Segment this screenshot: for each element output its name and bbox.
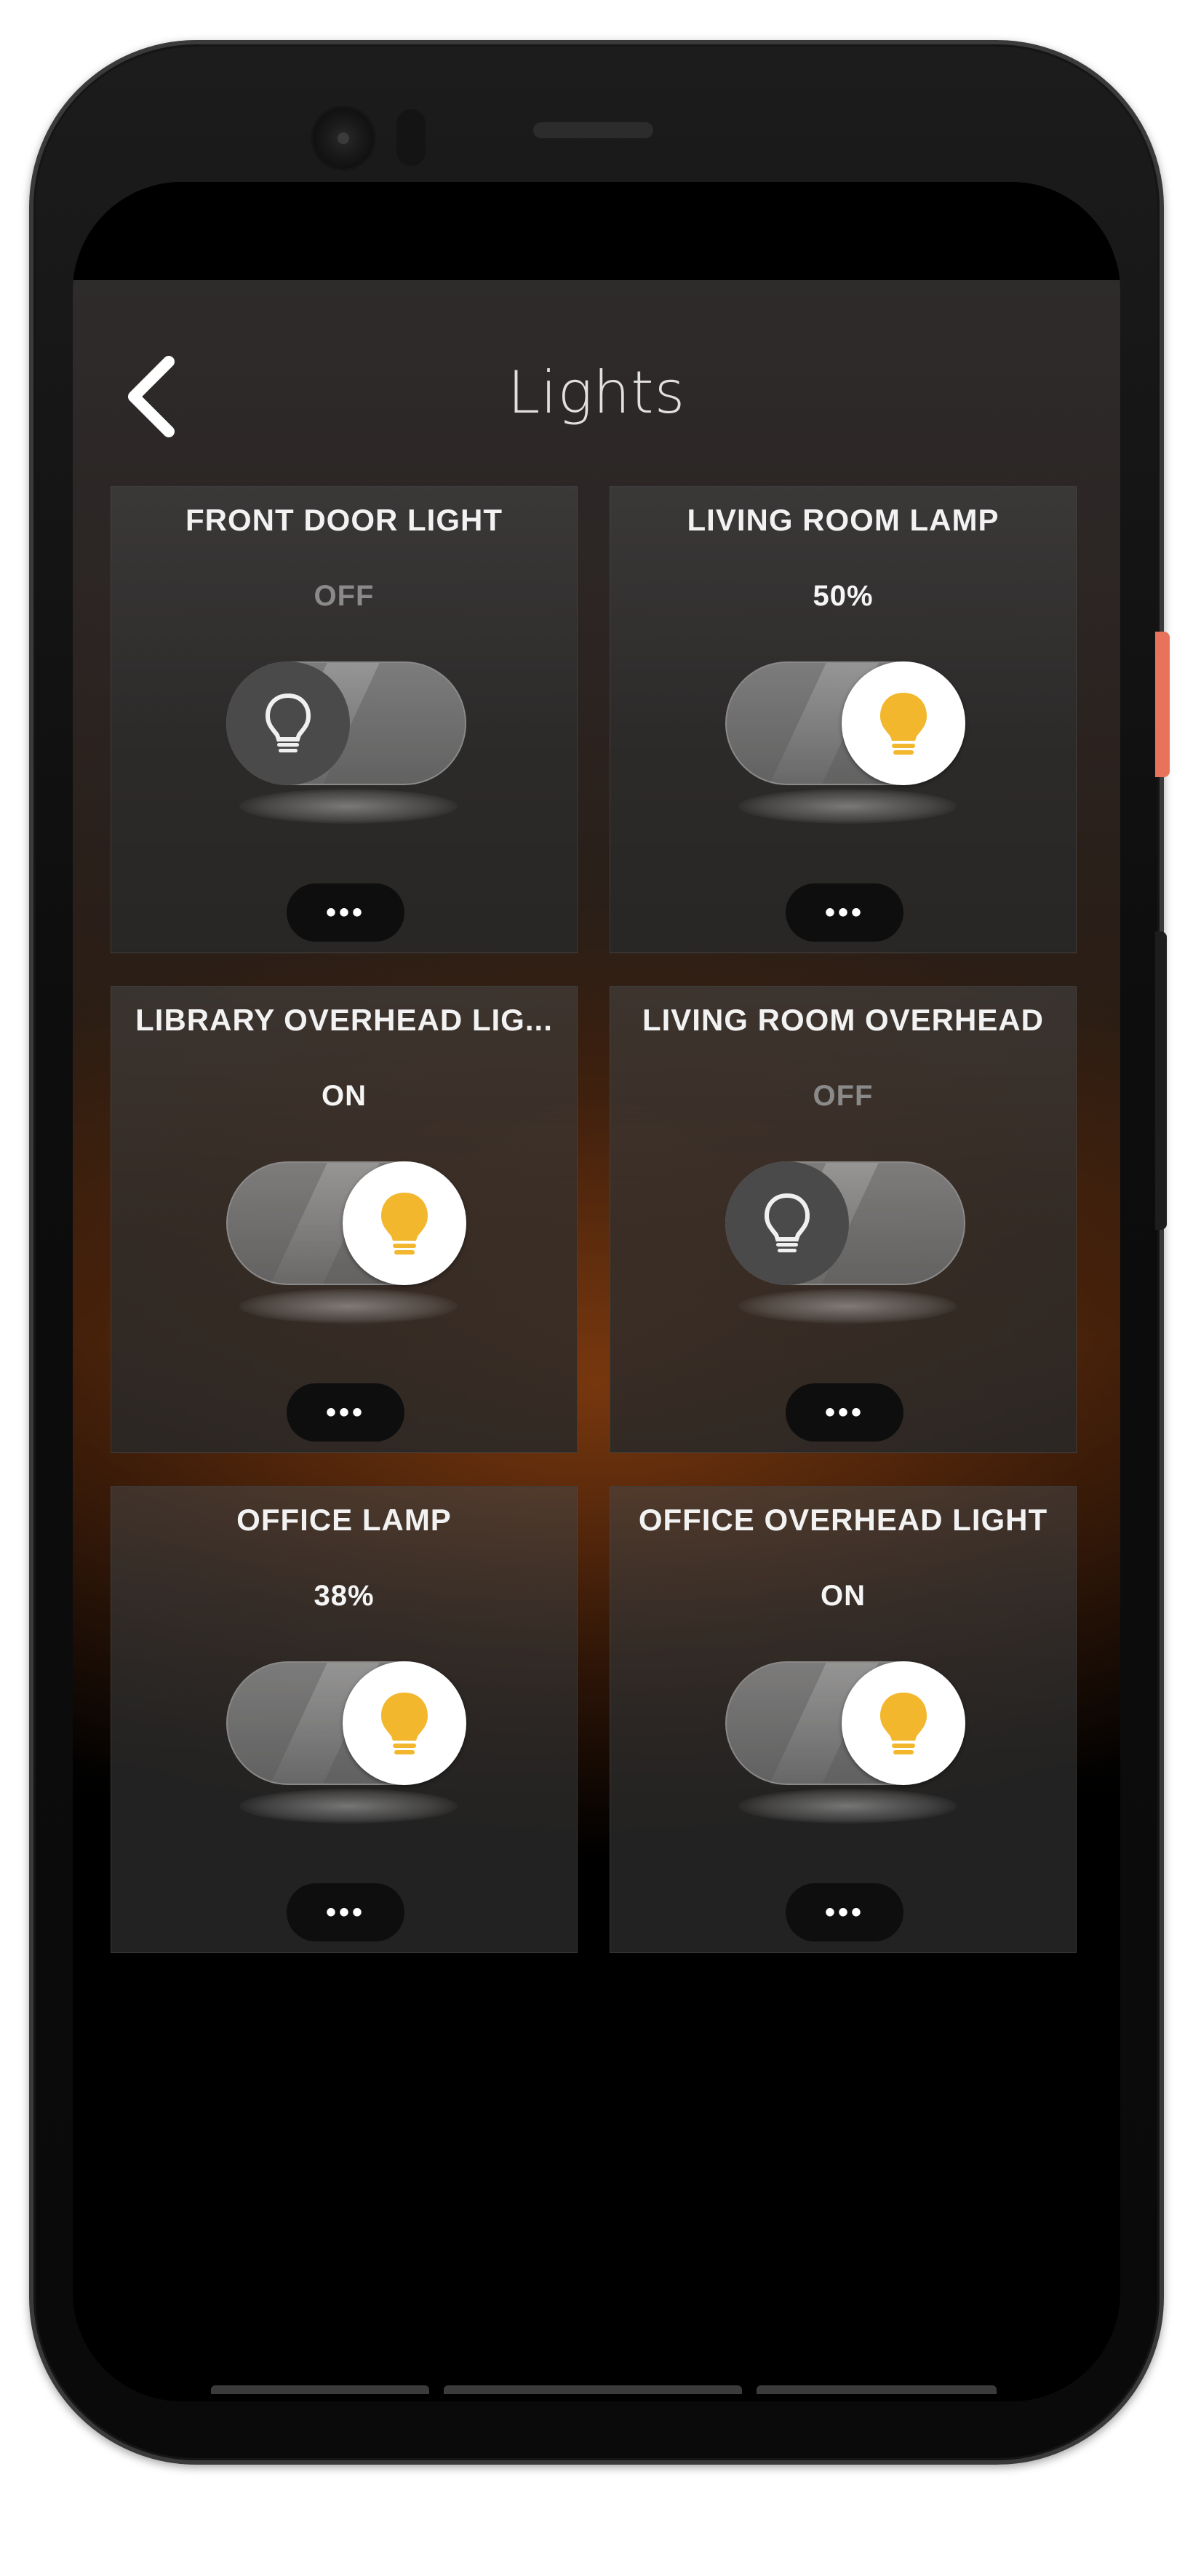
toggle-knob[interactable] <box>343 1661 466 1785</box>
light-status: 50% <box>813 580 874 612</box>
light-card: OFFICE OVERHEAD LIGHT ON ••• <box>610 1486 1077 1953</box>
light-toggle[interactable] <box>226 1661 466 1824</box>
light-card: FRONT DOOR LIGHT OFF ••• <box>111 486 578 953</box>
screen: Lights FRONT DOOR LIGHT OFF ••• LIVING ROOM… <box>73 182 1120 2401</box>
light-toggle[interactable] <box>725 1661 965 1824</box>
light-toggle[interactable] <box>226 1161 466 1324</box>
bottom-nav-indicator <box>211 2385 997 2394</box>
light-card: LIBRARY OVERHEAD LIG... ON ••• <box>111 986 578 1453</box>
light-name: FRONT DOOR LIGHT <box>185 503 503 537</box>
light-toggle[interactable] <box>226 661 466 824</box>
light-card: LIVING ROOM LAMP 50% ••• <box>610 486 1077 953</box>
toggle-reflection <box>738 1789 957 1824</box>
front-camera <box>313 108 374 169</box>
toggle-reflection <box>738 789 957 824</box>
toggle-reflection <box>738 1289 957 1324</box>
light-status: OFF <box>314 580 375 612</box>
light-card: LIVING ROOM OVERHEAD OFF ••• <box>610 986 1077 1453</box>
toggle-knob[interactable] <box>842 1661 965 1785</box>
light-status: ON <box>821 1580 866 1612</box>
lightbulb-outline-icon <box>265 693 311 752</box>
lightbulb-outline-icon <box>764 1193 810 1252</box>
page-title: Lights <box>507 359 686 426</box>
light-status: OFF <box>813 1080 874 1112</box>
more-options-button[interactable]: ••• <box>287 1383 404 1442</box>
lightbulb-filled-icon <box>880 693 927 755</box>
earpiece-speaker <box>533 122 653 138</box>
nav-segment <box>444 2385 742 2394</box>
light-name: LIVING ROOM OVERHEAD <box>642 1003 1045 1037</box>
volume-button <box>1155 931 1167 1230</box>
light-toggle[interactable] <box>725 661 965 824</box>
light-status: 38% <box>314 1580 375 1612</box>
light-name: OFFICE OVERHEAD LIGHT <box>638 1503 1048 1537</box>
nav-segment <box>211 2385 429 2394</box>
toggle-knob[interactable] <box>226 661 350 785</box>
lightbulb-filled-icon <box>381 1693 428 1754</box>
nav-segment <box>757 2385 997 2394</box>
light-status: ON <box>322 1080 367 1112</box>
light-name: LIVING ROOM LAMP <box>687 503 1000 537</box>
lights-screen: Lights FRONT DOOR LIGHT OFF ••• LIVING ROOM… <box>73 280 1120 2401</box>
light-name: OFFICE LAMP <box>236 1503 452 1537</box>
toggle-knob[interactable] <box>725 1161 849 1285</box>
toggle-reflection <box>239 1289 458 1324</box>
light-card: OFFICE LAMP 38% ••• <box>111 1486 578 1953</box>
toggle-knob[interactable] <box>842 661 965 785</box>
lightbulb-filled-icon <box>381 1193 428 1255</box>
toggle-reflection <box>239 789 458 824</box>
power-button <box>1155 632 1170 777</box>
toggle-knob[interactable] <box>343 1161 466 1285</box>
toggle-reflection <box>239 1789 458 1824</box>
light-toggle[interactable] <box>725 1161 965 1324</box>
more-options-button[interactable]: ••• <box>786 1383 903 1442</box>
more-options-button[interactable]: ••• <box>786 883 903 942</box>
light-name: LIBRARY OVERHEAD LIG... <box>135 1003 553 1037</box>
status-bar <box>73 182 1120 280</box>
more-options-button[interactable]: ••• <box>287 1883 404 1941</box>
more-options-button[interactable]: ••• <box>287 883 404 942</box>
proximity-sensor <box>396 109 426 166</box>
lightbulb-filled-icon <box>880 1693 927 1754</box>
more-options-button[interactable]: ••• <box>786 1883 903 1941</box>
